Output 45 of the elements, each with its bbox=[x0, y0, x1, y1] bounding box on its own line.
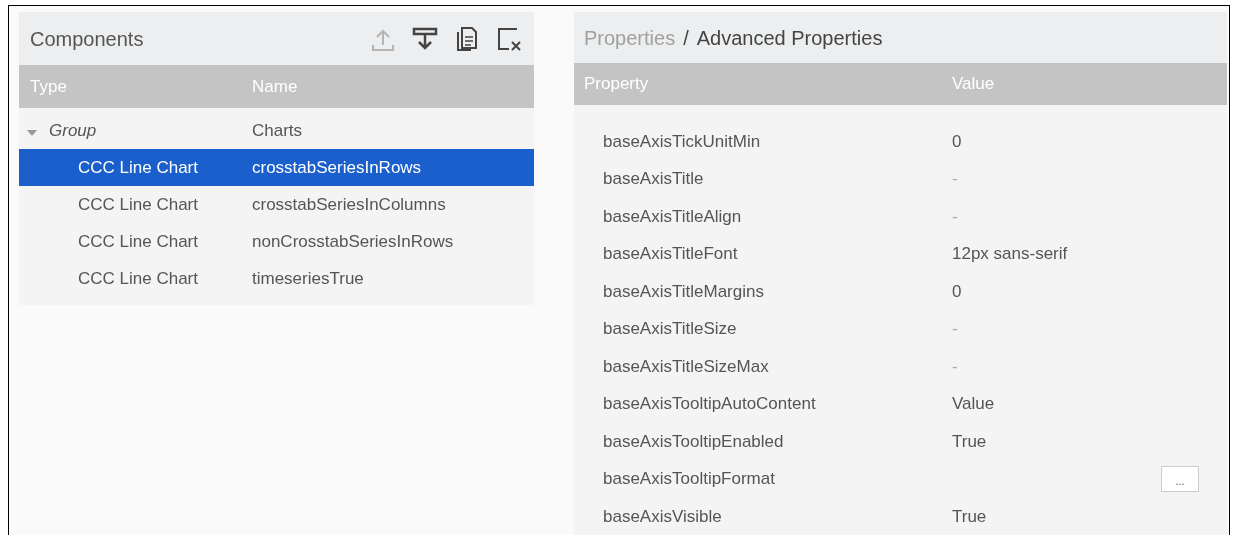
expand-caret-icon[interactable] bbox=[27, 129, 37, 136]
property-name: baseAxisTooltipAutoContent bbox=[602, 393, 817, 415]
breadcrumb-separator: / bbox=[683, 25, 689, 51]
property-value: True bbox=[952, 430, 987, 453]
tree-row[interactable]: CCC Line Chart timeseriesTrue bbox=[19, 260, 534, 297]
property-value: - bbox=[952, 168, 958, 190]
panel-title: Components bbox=[30, 26, 144, 52]
column-header: Type bbox=[29, 75, 68, 98]
property-name: baseAxisTitle bbox=[602, 168, 705, 190]
tree-row[interactable]: Group Charts bbox=[19, 112, 534, 149]
name-label: crosstabSeriesInColumns bbox=[252, 193, 446, 216]
column-header: Property bbox=[583, 73, 650, 96]
column-header: Name bbox=[252, 75, 298, 98]
ellipsis-button[interactable]: ... bbox=[1161, 465, 1199, 492]
type-label: CCC Line Chart bbox=[78, 193, 198, 216]
property-value: Value bbox=[952, 393, 995, 415]
property-value: 12px sans-serif bbox=[952, 243, 1068, 265]
name-label: nonCrosstabSeriesInRows bbox=[252, 230, 454, 253]
type-label: CCC Line Chart bbox=[78, 230, 198, 253]
property-name: baseAxisTooltipEnabled bbox=[602, 430, 785, 453]
property-name: baseAxisTitleMargins bbox=[602, 280, 765, 303]
property-name: baseAxisTitleAlign bbox=[602, 205, 743, 228]
property-name: baseAxisTooltipFormat bbox=[602, 468, 776, 490]
type-label: Group bbox=[49, 119, 97, 142]
breadcrumb-current: Advanced Properties bbox=[696, 25, 883, 51]
property-name: baseAxisTickUnitMin bbox=[602, 130, 762, 153]
tree-row[interactable]: CCC Line Chart crosstabSeriesInRows bbox=[19, 149, 534, 186]
property-name: baseAxisVisible bbox=[602, 505, 723, 528]
name-label: timeseriesTrue bbox=[252, 267, 364, 290]
name-label: Charts bbox=[252, 119, 303, 142]
column-header: Value bbox=[952, 73, 995, 96]
tree-row[interactable]: CCC Line Chart nonCrosstabSeriesInRows bbox=[19, 223, 534, 260]
property-value: 0 bbox=[952, 130, 962, 153]
tree-row[interactable]: CCC Line Chart crosstabSeriesInColumns bbox=[19, 186, 534, 223]
name-label: crosstabSeriesInRows bbox=[252, 156, 422, 179]
property-name: baseAxisTitleSize bbox=[602, 318, 738, 340]
property-name: baseAxisTitleSizeMax bbox=[602, 355, 770, 378]
type-label: CCC Line Chart bbox=[78, 156, 198, 179]
property-value: - bbox=[952, 205, 958, 228]
type-label: CCC Line Chart bbox=[78, 267, 198, 290]
property-value: True bbox=[952, 505, 987, 528]
property-value: - bbox=[952, 318, 958, 340]
property-value: 0 bbox=[952, 280, 962, 303]
property-name: baseAxisTitleFont bbox=[602, 243, 739, 265]
property-value: - bbox=[952, 355, 958, 378]
